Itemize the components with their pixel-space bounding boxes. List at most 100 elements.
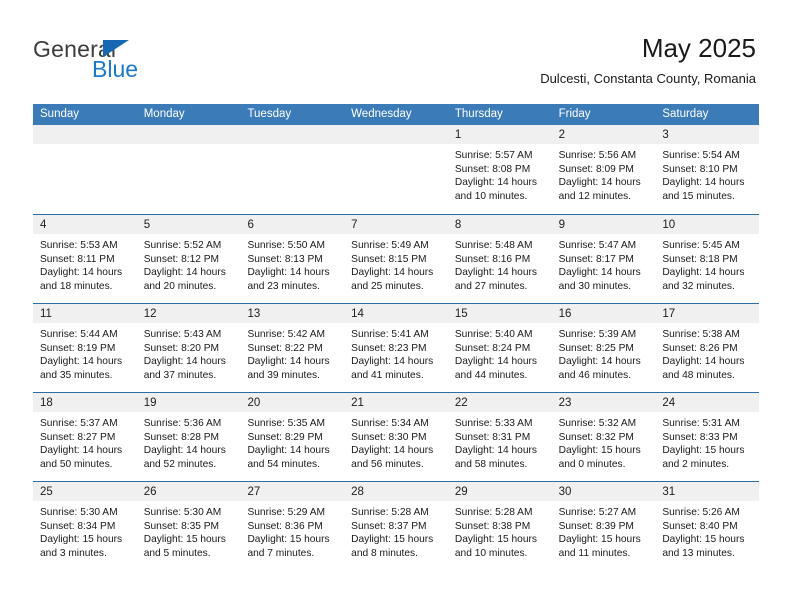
day-number: 5 bbox=[143, 219, 151, 231]
day-cell[interactable]: 9 Sunrise: 5:47 AM Sunset: 8:17 PM Daylight… bbox=[551, 215, 656, 303]
day-cell-body: Sunrise: 5:44 AM Sunset: 8:19 PM Daylight:… bbox=[33, 323, 137, 382]
day-number: 13 bbox=[247, 308, 261, 320]
day-cell[interactable]: 11 Sunrise: 5:44 AM Sunset: 8:19 PM Dayligh… bbox=[33, 304, 137, 392]
daylight-text-line2: and 0 minutes. bbox=[558, 458, 626, 470]
daylight-text-line2: and 2 minutes. bbox=[662, 458, 730, 470]
day-cell-body: Sunrise: 5:34 AM Sunset: 8:30 PM Daylight:… bbox=[344, 412, 448, 471]
day-number-band: 17 bbox=[655, 304, 760, 323]
day-cell[interactable]: 7 Sunrise: 5:49 AM Sunset: 8:15 PM Daylight… bbox=[344, 215, 448, 303]
daylight-text-line2: and 37 minutes. bbox=[143, 369, 217, 381]
day-cell[interactable]: 18 Sunrise: 5:37 AM Sunset: 8:27 PM Dayligh… bbox=[33, 393, 137, 481]
sunrise-text: Sunrise: 5:37 AM bbox=[40, 418, 118, 429]
day-cell-body: Sunrise: 5:54 AM Sunset: 8:10 PM Daylight:… bbox=[655, 144, 759, 203]
day-number: 2 bbox=[558, 129, 565, 141]
day-cell[interactable]: 24 Sunrise: 5:31 AM Sunset: 8:33 PM Dayligh… bbox=[655, 393, 760, 481]
day-cell[interactable]: 12 Sunrise: 5:43 AM Sunset: 8:20 PM Dayligh… bbox=[136, 304, 241, 392]
brand-logo[interactable]: General Blue bbox=[33, 36, 253, 84]
sunrise-text: Sunrise: 5:43 AM bbox=[143, 329, 222, 340]
daylight-text-line1: Daylight: 14 hours bbox=[247, 356, 330, 368]
day-number-band: 1 bbox=[447, 125, 552, 144]
day-cell-body: Sunrise: 5:53 AM Sunset: 8:11 PM Daylight:… bbox=[33, 234, 137, 293]
daylight-text-line1: Daylight: 15 hours bbox=[143, 534, 226, 546]
day-cell[interactable]: 2 Sunrise: 5:56 AM Sunset: 8:09 PM Daylight… bbox=[551, 125, 656, 214]
daylight-text-line1: Daylight: 14 hours bbox=[40, 356, 123, 368]
day-cell-body: Sunrise: 5:57 AM Sunset: 8:08 PM Daylight:… bbox=[448, 144, 552, 203]
day-cell-body: Sunrise: 5:48 AM Sunset: 8:16 PM Daylight:… bbox=[448, 234, 552, 293]
daylight-text-line1: Daylight: 15 hours bbox=[662, 445, 745, 457]
day-cell[interactable]: 13 Sunrise: 5:42 AM Sunset: 8:22 PM Dayligh… bbox=[240, 304, 345, 392]
sunset-text: Sunset: 8:32 PM bbox=[558, 431, 634, 443]
day-number-band: 26 bbox=[136, 482, 241, 501]
day-number: 31 bbox=[662, 486, 676, 498]
sunrise-text: Sunrise: 5:49 AM bbox=[351, 240, 429, 251]
sunset-text: Sunset: 8:19 PM bbox=[40, 342, 116, 354]
day-cell[interactable]: 30 Sunrise: 5:27 AM Sunset: 8:39 PM Dayligh… bbox=[551, 482, 656, 570]
daylight-text-line2: and 56 minutes. bbox=[351, 458, 424, 470]
day-cell[interactable]: 3 Sunrise: 5:54 AM Sunset: 8:10 PM Daylight… bbox=[655, 125, 760, 214]
day-number: 18 bbox=[40, 397, 53, 409]
day-cell[interactable]: 22 Sunrise: 5:33 AM Sunset: 8:31 PM Dayligh… bbox=[447, 393, 552, 481]
day-cell-body: Sunrise: 5:33 AM Sunset: 8:31 PM Daylight:… bbox=[448, 412, 552, 471]
daylight-text-line2: and 13 minutes. bbox=[662, 547, 735, 559]
sunset-text: Sunset: 8:08 PM bbox=[454, 163, 531, 175]
daylight-text-line1: Daylight: 14 hours bbox=[143, 356, 226, 368]
day-number-band: 10 bbox=[655, 215, 760, 234]
day-cell[interactable]: 14 Sunrise: 5:41 AM Sunset: 8:23 PM Dayligh… bbox=[344, 304, 448, 392]
weekday-header-thursday: Thursday bbox=[454, 108, 503, 120]
day-number-band: 5 bbox=[136, 215, 241, 234]
day-cell-body: Sunrise: 5:35 AM Sunset: 8:29 PM Daylight:… bbox=[240, 412, 344, 471]
daylight-text-line2: and 35 minutes. bbox=[40, 369, 113, 381]
day-number-band: 12 bbox=[136, 304, 241, 323]
day-cell[interactable]: 17 Sunrise: 5:38 AM Sunset: 8:26 PM Dayligh… bbox=[655, 304, 760, 392]
day-cell[interactable]: 26 Sunrise: 5:30 AM Sunset: 8:35 PM Dayligh… bbox=[136, 482, 241, 570]
daylight-text-line2: and 15 minutes. bbox=[662, 190, 735, 202]
daylight-text-line1: Daylight: 14 hours bbox=[662, 267, 745, 279]
sunset-text: Sunset: 8:18 PM bbox=[662, 253, 738, 265]
day-cell[interactable]: 27 Sunrise: 5:29 AM Sunset: 8:36 PM Dayligh… bbox=[240, 482, 345, 570]
day-cell[interactable]: 16 Sunrise: 5:39 AM Sunset: 8:25 PM Dayligh… bbox=[551, 304, 656, 392]
day-number: 12 bbox=[143, 308, 157, 320]
day-cell[interactable]: 19 Sunrise: 5:36 AM Sunset: 8:28 PM Dayligh… bbox=[136, 393, 241, 481]
day-cell[interactable]: 10 Sunrise: 5:45 AM Sunset: 8:18 PM Dayligh… bbox=[655, 215, 760, 303]
day-cell[interactable]: 5 Sunrise: 5:52 AM Sunset: 8:12 PM Daylight… bbox=[136, 215, 241, 303]
daylight-text-line1: Daylight: 14 hours bbox=[351, 267, 434, 279]
daylight-text-line2: and 18 minutes. bbox=[40, 280, 113, 292]
day-number-band bbox=[240, 125, 345, 144]
weeks-container: 1 Sunrise: 5:57 AM Sunset: 8:08 PM Daylight… bbox=[33, 125, 760, 570]
sunset-text: Sunset: 8:12 PM bbox=[143, 253, 220, 265]
day-cell[interactable]: 6 Sunrise: 5:50 AM Sunset: 8:13 PM Daylight… bbox=[240, 215, 345, 303]
week-row: 18 Sunrise: 5:37 AM Sunset: 8:27 PM Dayligh… bbox=[33, 392, 760, 481]
day-cell[interactable]: 20 Sunrise: 5:35 AM Sunset: 8:29 PM Dayligh… bbox=[240, 393, 345, 481]
weekday-header-friday: Friday bbox=[558, 108, 591, 120]
day-number: 19 bbox=[143, 397, 157, 409]
day-cell[interactable]: 29 Sunrise: 5:28 AM Sunset: 8:38 PM Dayligh… bbox=[447, 482, 552, 570]
day-cell[interactable]: 4 Sunrise: 5:53 AM Sunset: 8:11 PM Daylight… bbox=[33, 215, 137, 303]
day-cell[interactable]: 21 Sunrise: 5:34 AM Sunset: 8:30 PM Dayligh… bbox=[344, 393, 448, 481]
day-number-band: 11 bbox=[33, 304, 137, 323]
daylight-text-line2: and 5 minutes. bbox=[143, 547, 211, 559]
day-cell[interactable]: 23 Sunrise: 5:32 AM Sunset: 8:32 PM Dayligh… bbox=[551, 393, 656, 481]
daylight-text-line1: Daylight: 14 hours bbox=[454, 445, 537, 457]
daylight-text-line1: Daylight: 14 hours bbox=[454, 356, 537, 368]
sunrise-text: Sunrise: 5:30 AM bbox=[40, 507, 118, 518]
day-cell[interactable]: 25 Sunrise: 5:30 AM Sunset: 8:34 PM Dayligh… bbox=[33, 482, 137, 570]
daylight-text-line1: Daylight: 15 hours bbox=[558, 445, 641, 457]
sunset-text: Sunset: 8:34 PM bbox=[40, 520, 116, 532]
sunrise-text: Sunrise: 5:44 AM bbox=[40, 329, 118, 340]
day-cell-empty bbox=[240, 125, 345, 214]
daylight-text-line1: Daylight: 14 hours bbox=[662, 177, 745, 189]
day-cell[interactable]: 28 Sunrise: 5:28 AM Sunset: 8:37 PM Dayligh… bbox=[344, 482, 448, 570]
sunset-text: Sunset: 8:40 PM bbox=[662, 520, 738, 532]
day-number-band: 30 bbox=[551, 482, 656, 501]
day-cell-empty bbox=[136, 125, 241, 214]
sunset-text: Sunset: 8:24 PM bbox=[454, 342, 531, 354]
day-number: 10 bbox=[662, 219, 676, 231]
daylight-text-line2: and 7 minutes. bbox=[247, 547, 315, 559]
daylight-text-line2: and 46 minutes. bbox=[558, 369, 632, 381]
day-cell[interactable]: 31 Sunrise: 5:26 AM Sunset: 8:40 PM Dayligh… bbox=[655, 482, 760, 570]
day-number: 17 bbox=[662, 308, 676, 320]
day-cell[interactable]: 8 Sunrise: 5:48 AM Sunset: 8:16 PM Daylight… bbox=[447, 215, 552, 303]
day-cell[interactable]: 15 Sunrise: 5:40 AM Sunset: 8:24 PM Dayligh… bbox=[447, 304, 552, 392]
daylight-text-line1: Daylight: 14 hours bbox=[351, 445, 434, 457]
day-cell[interactable]: 1 Sunrise: 5:57 AM Sunset: 8:08 PM Daylight… bbox=[447, 125, 552, 214]
